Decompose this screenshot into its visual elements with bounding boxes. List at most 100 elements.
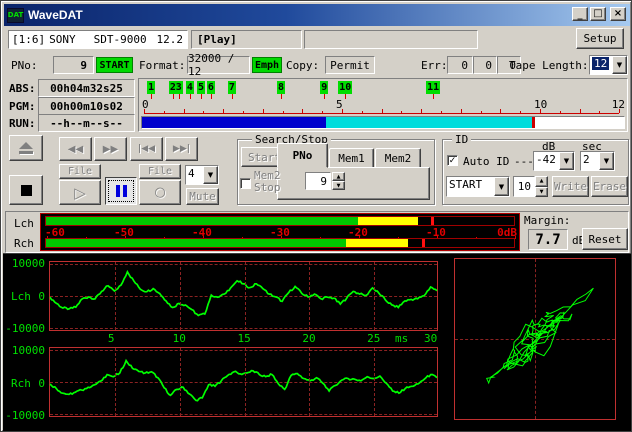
minimize-icon[interactable]: _ [572,7,588,21]
mute-button[interactable]: Mute [186,188,219,205]
tape-scale-tick [580,109,581,113]
lch-waveform-plot [49,261,438,331]
stop-button[interactable] [9,175,43,205]
stop-icon [21,185,32,196]
chevron-down-icon[interactable]: ▼ [559,152,574,170]
prev-track-button[interactable]: |◀◀ [130,137,163,161]
waveform-gridline [180,262,181,330]
pause-button[interactable] [105,177,137,205]
pgm-counter: 00h00m10s02 [38,97,135,115]
format-label: Format: [139,59,185,72]
meter-panel: Lch Rch -60-50-40-30-20-100dB Margin: 7.… [5,211,629,253]
record-icon: ○ [154,185,165,200]
rewind-icon: ◀◀ [68,144,83,155]
waveform-gridline [180,348,181,416]
meter-scale-tick [515,236,516,239]
id-title: ID [452,133,471,146]
id-count-field[interactable]: 10 ▲ ▼ [513,176,548,197]
progress-position-mark [532,117,535,128]
tape-progress-bar[interactable] [141,116,625,129]
pno-value: 9 [53,56,94,74]
spin-up-icon[interactable]: ▲ [332,172,345,181]
next-track-button[interactable]: ▶▶| [165,137,198,161]
chevron-down-icon[interactable]: ▼ [612,56,627,74]
record-button[interactable]: ○ [139,180,181,205]
chevron-down-icon[interactable]: ▼ [203,166,218,184]
wavedat-window: DAT WaveDAT _ □ × [1:6] SONY SDT-9000 12… [0,0,632,432]
tape-scale-tick [144,109,145,113]
tape-scale-tick [540,109,541,113]
rch-waveform-plot [49,347,438,417]
tape-scale-tick [164,111,165,113]
tape-length-label: Tape Length: [509,59,588,72]
play-icon: ▷ [74,184,86,202]
spin-up-icon[interactable]: ▲ [535,176,548,187]
message-field [304,30,478,49]
emph-badge: Emph [252,57,282,73]
mem2-stop-checkbox[interactable] [240,178,251,189]
id-erase-button[interactable]: Erase [591,176,628,197]
rewind-button[interactable]: ◀◀ [59,137,92,161]
progress-blue-segment [142,117,326,128]
pgm-label: PGM: [9,100,36,113]
tab-pno[interactable]: PNo [277,143,328,168]
tape-scale: 051012 [139,98,627,115]
auto-id-sec-select[interactable]: 2 ▼ [580,151,615,171]
lissajous-scope [454,258,616,420]
meter-peak-mark [431,217,434,225]
tape-scale-tick [560,111,561,113]
run-counter: --h--m--s-- [38,114,135,132]
speed-select[interactable]: 4 ▼ [185,165,219,185]
title-bar[interactable]: DAT WaveDAT _ □ × [4,4,630,26]
rch-ymin-label: -10000 [1,409,45,422]
waveform-trace [455,259,615,419]
pause-icon [116,185,127,197]
tape-scale-tick [619,109,620,113]
setup-button[interactable]: Setup [576,28,624,49]
waveform-trace [50,262,437,330]
tape-scale-tick [461,109,462,113]
spin-down-icon[interactable]: ▼ [535,187,548,198]
pno-marker: 8 [277,81,285,94]
margin-value: 7.7 [528,229,568,250]
waveform-x-unit-label: ms [395,332,408,345]
start-badge: START [96,57,133,73]
waveform-x-tick-label: 15 [238,332,251,345]
margin-reset-button[interactable]: Reset [582,228,628,250]
auto-id-checkbox[interactable]: ✓ [447,155,458,166]
file-record-button[interactable]: File [139,164,181,179]
meter-lch-label: Lch [14,217,34,230]
chevron-down-icon[interactable]: ▼ [599,152,614,170]
check-icon: ✓ [449,156,457,166]
waveform-gridline [245,348,246,416]
maximize-icon[interactable]: □ [590,7,606,21]
tape-scale-tick [223,109,224,113]
id-write-button[interactable]: Write [552,176,589,197]
fast-forward-button[interactable]: ▶▶ [94,137,127,161]
pno-marker: 9 [320,81,328,94]
spin-down-icon[interactable]: ▼ [332,181,345,190]
play-button[interactable]: ▷ [59,180,101,205]
tape-length-select[interactable]: 12 ▼ [589,55,628,75]
tab-mem2[interactable]: Mem2 [375,148,421,168]
eject-button[interactable] [9,135,43,161]
search-pno-spinner[interactable]: ▲ ▼ [332,172,345,190]
mem2-stop-label-2: Stop [254,181,281,194]
search-pno-input[interactable]: 9 [305,172,331,190]
id-count-spinner[interactable]: ▲ ▼ [535,176,548,197]
fast-forward-icon: ▶▶ [103,144,118,155]
err-value-2: 0 [473,56,497,74]
close-icon[interactable]: × [610,7,626,21]
device-vendor: SONY [49,33,76,46]
id-mode-select[interactable]: START ▼ [446,176,510,197]
tape-scale-tick [263,109,264,113]
file-play-button[interactable]: File [59,164,101,179]
auto-id-db-select[interactable]: -42 ▼ [533,151,575,171]
tape-scale-tick [243,111,244,113]
waveform-x-tick-label: 20 [302,332,315,345]
run-label: RUN: [9,117,36,130]
chevron-down-icon[interactable]: ▼ [494,177,509,196]
tape-scale-tick [401,111,402,113]
device-model: SDT-9000 [94,33,147,46]
tab-mem1[interactable]: Mem1 [329,148,374,168]
